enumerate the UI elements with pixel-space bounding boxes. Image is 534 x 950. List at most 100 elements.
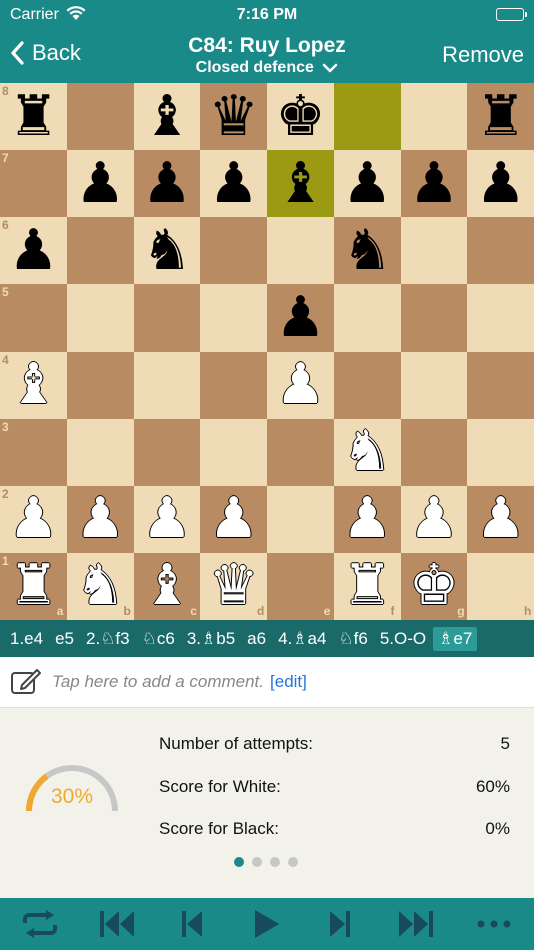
black-queen-icon[interactable]: ♛: [200, 83, 267, 150]
edit-comment-link[interactable]: [edit]: [270, 672, 307, 692]
square-f8[interactable]: [333, 83, 401, 151]
black-score-row: Score for Black: 0%: [159, 819, 510, 839]
move-item[interactable]: 4.♗a4: [278, 629, 326, 649]
bottom-toolbar: [0, 898, 534, 950]
black-pawn-icon[interactable]: ♟: [401, 150, 468, 217]
white-pawn-icon[interactable]: ♟: [334, 486, 401, 553]
page-dot[interactable]: [270, 857, 280, 867]
next-move-button[interactable]: [320, 908, 360, 940]
first-move-button[interactable]: [97, 908, 137, 940]
square-h5[interactable]: [467, 284, 534, 352]
square-c3[interactable]: [133, 418, 201, 487]
page-dot[interactable]: [288, 857, 298, 867]
white-knight-icon[interactable]: ♞: [67, 553, 134, 620]
move-item[interactable]: 5.O-O: [380, 629, 426, 649]
black-bishop-icon[interactable]: ♝: [134, 83, 201, 150]
black-knight-icon[interactable]: ♞: [334, 217, 401, 284]
attempts-label: Number of attempts:: [159, 734, 314, 753]
white-pawn-icon[interactable]: ♟: [267, 352, 334, 419]
square-f5[interactable]: [333, 284, 401, 352]
move-item[interactable]: 2.♘f3: [86, 629, 130, 649]
square-c4[interactable]: [133, 351, 201, 420]
previous-move-icon: [182, 911, 202, 937]
square-b6[interactable]: [66, 217, 134, 285]
variation-label: Closed defence: [195, 59, 314, 76]
white-pawn-icon[interactable]: ♟: [401, 486, 468, 553]
square-h4[interactable]: [467, 351, 534, 420]
remove-button[interactable]: Remove: [442, 42, 524, 68]
black-pawn-icon[interactable]: ♟: [0, 217, 67, 284]
battery-icon: [496, 8, 527, 21]
chess-board[interactable]: 8 7 6 5 4 3 2 1 a b c d e f g h ♜ ♝ ♛ ♚ ♜ ♟ ♟ ♟ ♝ ♟ ♟ ♟ ♟ ♞ ♞ ♟ ♝ ♟ ♞ ♟ ♟ ♟ ♟ ♟…: [0, 83, 534, 621]
black-rook-icon[interactable]: ♜: [0, 83, 67, 150]
white-bishop-icon[interactable]: ♝: [134, 553, 201, 620]
white-score-label: Score for White:: [159, 777, 281, 796]
more-button[interactable]: [474, 908, 514, 940]
white-rook-icon[interactable]: ♜: [334, 553, 401, 620]
page-indicator[interactable]: [234, 857, 298, 867]
move-item[interactable]: e5: [55, 629, 74, 649]
status-bar: Carrier 7:16 PM: [0, 0, 534, 30]
square-b3[interactable]: [66, 418, 134, 487]
square-g5[interactable]: [400, 284, 468, 352]
move-list[interactable]: 1.e4 e5 2.♘f3 ♘c6 3.♗b5 a6 4.♗a4 ♘f6 5.O-O ♗e7: [0, 620, 534, 657]
flip-board-icon: [23, 910, 57, 938]
move-item[interactable]: ♘c6: [142, 629, 175, 649]
black-pawn-icon[interactable]: ♟: [334, 150, 401, 217]
square-b5[interactable]: [66, 284, 134, 352]
square-f4[interactable]: [333, 351, 401, 420]
move-item[interactable]: 3.♗b5: [187, 629, 235, 649]
square-e3[interactable]: [267, 418, 335, 487]
square-g6[interactable]: [400, 217, 468, 285]
move-item[interactable]: ♗e7: [433, 626, 478, 651]
black-bishop-icon[interactable]: ♝: [267, 150, 334, 217]
square-a3[interactable]: [0, 418, 68, 487]
flip-board-button[interactable]: [20, 908, 60, 940]
move-item[interactable]: a6: [247, 629, 266, 649]
previous-move-button[interactable]: [172, 908, 212, 940]
square-d5[interactable]: [200, 284, 268, 352]
square-c5[interactable]: [133, 284, 201, 352]
white-bishop-icon[interactable]: ♝: [0, 352, 67, 419]
white-pawn-icon[interactable]: ♟: [467, 486, 534, 553]
first-move-icon: [100, 911, 134, 937]
navigation-bar: Back C84: Ruy Lopez Closed defence Remov…: [0, 30, 534, 83]
white-pawn-icon[interactable]: ♟: [0, 486, 67, 553]
move-item[interactable]: ♘f6: [338, 629, 367, 649]
page-dot[interactable]: [234, 857, 244, 867]
white-rook-icon[interactable]: ♜: [0, 553, 67, 620]
page-dot[interactable]: [252, 857, 262, 867]
black-king-icon[interactable]: ♚: [267, 83, 334, 150]
white-pawn-icon[interactable]: ♟: [200, 486, 267, 553]
square-h3[interactable]: [467, 418, 534, 487]
square-d6[interactable]: [200, 217, 268, 285]
black-pawn-icon[interactable]: ♟: [134, 150, 201, 217]
square-a5[interactable]: [0, 284, 68, 352]
white-knight-icon[interactable]: ♞: [334, 419, 401, 486]
white-pawn-icon[interactable]: ♟: [134, 486, 201, 553]
square-a7[interactable]: [0, 150, 68, 218]
square-g8[interactable]: [400, 83, 468, 151]
black-pawn-icon[interactable]: ♟: [200, 150, 267, 217]
white-king-icon[interactable]: ♚: [401, 553, 468, 620]
square-e2[interactable]: [267, 485, 335, 554]
black-pawn-icon[interactable]: ♟: [467, 150, 534, 217]
black-rook-icon[interactable]: ♜: [467, 83, 534, 150]
play-button[interactable]: [246, 908, 286, 940]
square-g4[interactable]: [400, 351, 468, 420]
black-pawn-icon[interactable]: ♟: [67, 150, 134, 217]
square-d3[interactable]: [200, 418, 268, 487]
move-item[interactable]: 1.e4: [10, 629, 43, 649]
square-h6[interactable]: [467, 217, 534, 285]
black-knight-icon[interactable]: ♞: [134, 217, 201, 284]
square-g3[interactable]: [400, 418, 468, 487]
white-queen-icon[interactable]: ♛: [200, 553, 267, 620]
square-b8[interactable]: [66, 83, 134, 151]
last-move-button[interactable]: [396, 908, 436, 940]
white-pawn-icon[interactable]: ♟: [67, 486, 134, 553]
square-d4[interactable]: [200, 351, 268, 420]
square-b4[interactable]: [66, 351, 134, 420]
black-pawn-icon[interactable]: ♟: [267, 284, 334, 351]
comment-field[interactable]: Tap here to add a comment. [edit]: [0, 657, 534, 708]
square-e6[interactable]: [267, 217, 335, 285]
